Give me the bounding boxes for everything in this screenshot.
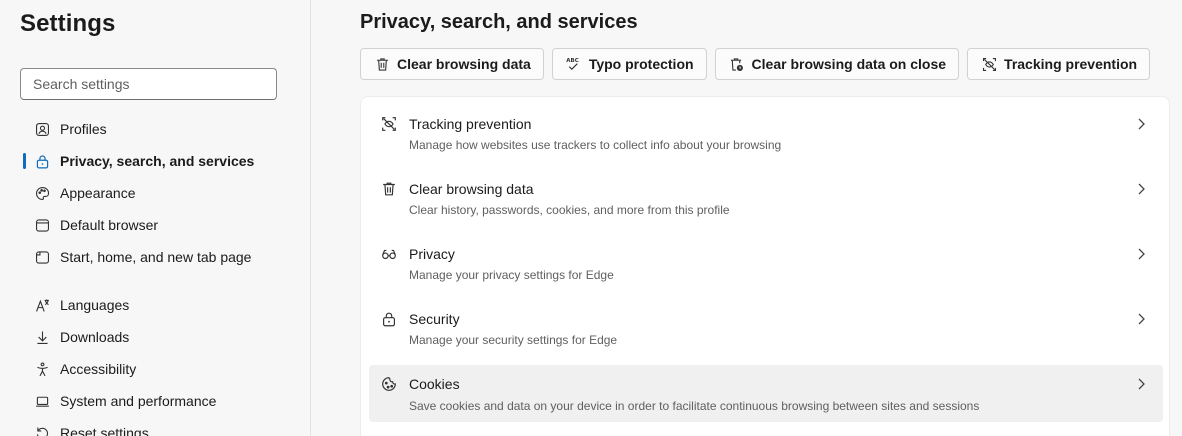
sidebar-item-default-browser[interactable]: Default browser: [0, 209, 311, 241]
chevron-right-icon: [1133, 246, 1149, 262]
sidebar-item-label: Profiles: [60, 121, 107, 137]
laptop-icon: [33, 392, 51, 410]
accessibility-icon: [33, 360, 51, 378]
sidebar-item-label: Privacy, search, and services: [60, 153, 255, 169]
row-title: Cookies: [409, 376, 460, 392]
button-label: Typo protection: [588, 56, 694, 72]
lock-icon: [379, 309, 399, 329]
sidebar-item-label: Appearance: [60, 185, 136, 201]
settings-app: Settings Profiles Privacy, search, and s…: [0, 0, 1182, 436]
row-description: Clear history, passwords, cookies, and m…: [409, 203, 730, 217]
cookies-row[interactable]: Cookies Save cookies and data on your de…: [369, 365, 1163, 422]
row-title: Privacy: [409, 246, 455, 262]
sidebar-title: Settings: [20, 10, 116, 37]
tracking-prevention-button[interactable]: Tracking prevention: [967, 48, 1151, 80]
sidebar-item-label: Downloads: [60, 329, 130, 345]
trash-clock-icon: [728, 55, 746, 73]
quick-actions-bar: Clear browsing data ABC Typo protection …: [360, 48, 1151, 80]
row-title: Security: [409, 311, 460, 327]
sidebar-item-privacy[interactable]: Privacy, search, and services: [0, 145, 311, 177]
privacy-row[interactable]: Privacy Manage your privacy settings for…: [369, 227, 1163, 284]
chevron-right-icon: [1133, 311, 1149, 327]
sidebar-item-label: Languages: [60, 297, 130, 313]
svg-text:ABC: ABC: [567, 57, 580, 63]
download-icon: [33, 328, 51, 346]
cookie-icon: [379, 374, 399, 394]
typo-protection-button[interactable]: ABC Typo protection: [551, 48, 707, 80]
row-description: Manage how websites use trackers to coll…: [409, 138, 782, 152]
sidebar-item-languages[interactable]: Languages: [0, 289, 311, 321]
button-label: Clear browsing data on close: [751, 56, 947, 72]
sidebar: Settings Profiles Privacy, search, and s…: [0, 0, 311, 436]
sidebar-item-accessibility[interactable]: Accessibility: [0, 353, 311, 385]
settings-card: Tracking prevention Manage how websites …: [360, 96, 1170, 436]
chevron-right-icon: [1133, 181, 1149, 197]
trash-icon: [373, 55, 391, 73]
palette-icon: [33, 184, 51, 202]
row-description: Manage your privacy settings for Edge: [409, 268, 614, 282]
sidebar-item-reset[interactable]: Reset settings: [0, 417, 311, 436]
home-window-icon: [33, 248, 51, 266]
browser-window-icon: [33, 216, 51, 234]
clear-browsing-data-button[interactable]: Clear browsing data: [360, 48, 544, 80]
search-box[interactable]: [20, 68, 277, 100]
sidebar-item-label: Default browser: [60, 217, 159, 233]
sidebar-item-label: Reset settings: [60, 425, 149, 436]
security-row[interactable]: Security Manage your security settings f…: [369, 292, 1163, 349]
clear-browsing-data-row[interactable]: Clear browsing data Clear history, passw…: [369, 162, 1163, 219]
reset-icon: [33, 424, 51, 436]
page-title: Privacy, search, and services: [360, 11, 638, 33]
glasses-icon: [379, 244, 399, 264]
search-input[interactable]: [21, 69, 276, 99]
button-label: Tracking prevention: [1004, 56, 1138, 72]
sidebar-nav: Profiles Privacy, search, and services A…: [0, 113, 311, 436]
chevron-right-icon: [1133, 116, 1149, 132]
sidebar-item-profiles[interactable]: Profiles: [0, 113, 311, 145]
sidebar-item-appearance[interactable]: Appearance: [0, 177, 311, 209]
lock-icon: [33, 152, 51, 170]
tracking-prevention-row[interactable]: Tracking prevention Manage how websites …: [369, 97, 1163, 154]
main-content: Privacy, search, and services Clear brow…: [312, 0, 1182, 436]
sidebar-item-system[interactable]: System and performance: [0, 385, 311, 417]
trash-icon: [379, 179, 399, 199]
sidebar-item-start-home[interactable]: Start, home, and new tab page: [0, 241, 311, 273]
profile-icon: [33, 120, 51, 138]
sidebar-item-label: System and performance: [60, 393, 217, 409]
clear-on-close-button[interactable]: Clear browsing data on close: [714, 48, 960, 80]
language-icon: [33, 296, 51, 314]
tracking-prevention-icon: [980, 55, 998, 73]
sidebar-item-downloads[interactable]: Downloads: [0, 321, 311, 353]
sidebar-item-label: Start, home, and new tab page: [60, 249, 252, 265]
row-description: Manage your security settings for Edge: [409, 333, 618, 347]
chevron-right-icon: [1133, 376, 1149, 392]
button-label: Clear browsing data: [397, 56, 531, 72]
row-description: Save cookies and data on your device in …: [409, 399, 980, 413]
row-title: Clear browsing data: [409, 181, 534, 197]
active-indicator: [23, 153, 26, 169]
sidebar-item-label: Accessibility: [60, 361, 137, 377]
row-title: Tracking prevention: [409, 116, 532, 132]
spellcheck-icon: ABC: [565, 55, 583, 73]
tracking-prevention-icon: [379, 114, 399, 134]
